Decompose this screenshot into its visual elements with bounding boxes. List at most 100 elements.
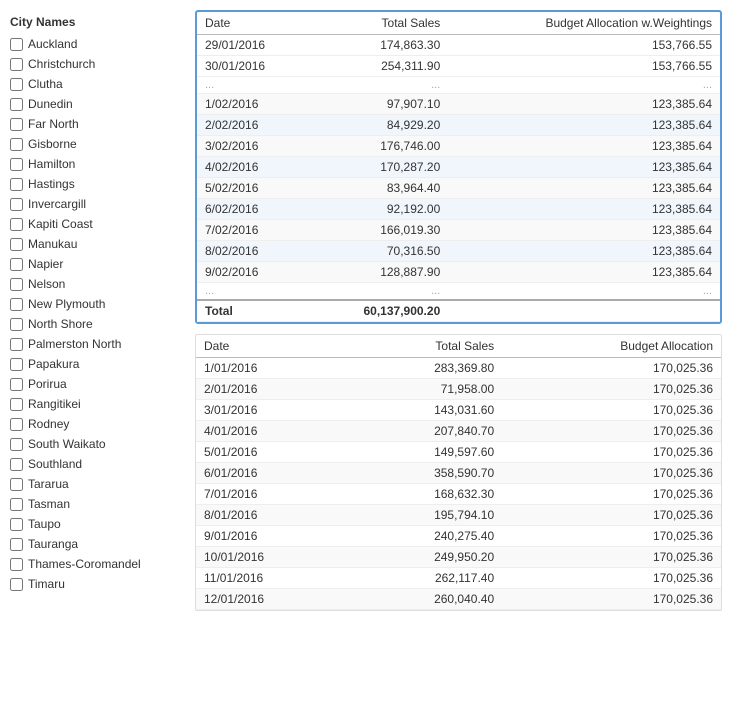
cell-budget: 123,385.64 — [448, 136, 720, 157]
city-item: Nelson — [10, 275, 185, 293]
table-row: 6/02/201692,192.00123,385.64 — [197, 199, 720, 220]
city-item: Rangitikei — [10, 395, 185, 413]
city-label: Manukau — [28, 235, 77, 253]
city-checkbox-timaru[interactable] — [10, 578, 23, 591]
cell-sales: 174,863.30 — [310, 35, 448, 56]
city-item: Southland — [10, 455, 185, 473]
city-checkbox-hamilton[interactable] — [10, 158, 23, 171]
city-checkbox-south-waikato[interactable] — [10, 438, 23, 451]
cell-date: 5/02/2016 — [197, 178, 310, 199]
city-checkbox-north-shore[interactable] — [10, 318, 23, 331]
city-label: New Plymouth — [28, 295, 105, 313]
city-checkbox-porirua[interactable] — [10, 378, 23, 391]
cell-date: 5/01/2016 — [196, 442, 349, 463]
city-checkbox-new-plymouth[interactable] — [10, 298, 23, 311]
cell-date: 4/02/2016 — [197, 157, 310, 178]
ellipsis-row: ......... — [197, 77, 720, 94]
total-sales: 60,137,900.20 — [310, 300, 448, 322]
table2-header-row: Date Total Sales Budget Allocation — [196, 335, 721, 358]
city-label: Napier — [28, 255, 63, 273]
city-checkbox-invercargill[interactable] — [10, 198, 23, 211]
city-checkbox-palmerston-north[interactable] — [10, 338, 23, 351]
city-checkbox-dunedin[interactable] — [10, 98, 23, 111]
city-label: Auckland — [28, 35, 77, 53]
city-label: Porirua — [28, 375, 67, 393]
cell-date: 9/01/2016 — [196, 526, 349, 547]
city-label: South Waikato — [28, 435, 106, 453]
table-row: 6/01/2016358,590.70170,025.36 — [196, 463, 721, 484]
cell-budget: 170,025.36 — [502, 421, 721, 442]
city-label: Hamilton — [28, 155, 75, 173]
cell-date: 12/01/2016 — [196, 589, 349, 610]
cell-date: 9/02/2016 — [197, 262, 310, 283]
city-label: Hastings — [28, 175, 75, 193]
city-item: Tauranga — [10, 535, 185, 553]
table-row: 2/01/201671,958.00170,025.36 — [196, 379, 721, 400]
city-checkbox-tasman[interactable] — [10, 498, 23, 511]
cell-budget: 123,385.64 — [448, 94, 720, 115]
cell-sales: 71,958.00 — [349, 379, 502, 400]
main-container: City Names AucklandChristchurchCluthaDun… — [0, 0, 732, 707]
cell-sales: 128,887.90 — [310, 262, 448, 283]
city-checkbox-rangitikei[interactable] — [10, 398, 23, 411]
city-checkbox-papakura[interactable] — [10, 358, 23, 371]
table-row: 7/01/2016168,632.30170,025.36 — [196, 484, 721, 505]
content-area: Date Total Sales Budget Allocation w.Wei… — [195, 10, 722, 697]
city-item: Invercargill — [10, 195, 185, 213]
table-row: 5/02/201683,964.40123,385.64 — [197, 178, 720, 199]
city-checkbox-taupo[interactable] — [10, 518, 23, 531]
city-item: Tasman — [10, 495, 185, 513]
city-checkbox-thames-coromandel[interactable] — [10, 558, 23, 571]
city-label: Kapiti Coast — [28, 215, 93, 233]
city-checkbox-manukau[interactable] — [10, 238, 23, 251]
city-label: Rodney — [28, 415, 69, 433]
cell-sales: 254,311.90 — [310, 56, 448, 77]
table-row: 1/01/2016283,369.80170,025.36 — [196, 358, 721, 379]
city-checkbox-gisborne[interactable] — [10, 138, 23, 151]
cell-budget: 170,025.36 — [502, 484, 721, 505]
city-label: Tauranga — [28, 535, 78, 553]
city-checkbox-far-north[interactable] — [10, 118, 23, 131]
city-checkbox-southland[interactable] — [10, 458, 23, 471]
city-checkbox-rodney[interactable] — [10, 418, 23, 431]
city-checkbox-christchurch[interactable] — [10, 58, 23, 71]
city-label: Far North — [28, 115, 79, 133]
cell-date: 3/02/2016 — [197, 136, 310, 157]
city-checkbox-kapiti-coast[interactable] — [10, 218, 23, 231]
city-item: Porirua — [10, 375, 185, 393]
city-checkbox-hastings[interactable] — [10, 178, 23, 191]
cell-sales: 92,192.00 — [310, 199, 448, 220]
city-item: Taupo — [10, 515, 185, 533]
city-item: Kapiti Coast — [10, 215, 185, 233]
city-checkbox-napier[interactable] — [10, 258, 23, 271]
city-item: Palmerston North — [10, 335, 185, 353]
cell-date: 6/01/2016 — [196, 463, 349, 484]
city-checkbox-nelson[interactable] — [10, 278, 23, 291]
cell-budget: 170,025.36 — [502, 379, 721, 400]
city-checkbox-tararua[interactable] — [10, 478, 23, 491]
cell-date: 11/01/2016 — [196, 568, 349, 589]
table1-col-date: Date — [197, 12, 310, 35]
cell-budget: 170,025.36 — [502, 463, 721, 484]
cell-date: 8/02/2016 — [197, 241, 310, 262]
table-row: 9/01/2016240,275.40170,025.36 — [196, 526, 721, 547]
city-checkbox-auckland[interactable] — [10, 38, 23, 51]
city-item: North Shore — [10, 315, 185, 333]
city-label: Nelson — [28, 275, 65, 293]
cell-budget: 123,385.64 — [448, 262, 720, 283]
cell-date: 2/02/2016 — [197, 115, 310, 136]
city-checkbox-clutha[interactable] — [10, 78, 23, 91]
city-label: Tasman — [28, 495, 70, 513]
city-label: Rangitikei — [28, 395, 81, 413]
city-label: Tararua — [28, 475, 69, 493]
city-item: Clutha — [10, 75, 185, 93]
total-row: Total60,137,900.20 — [197, 300, 720, 322]
cell-date: 8/01/2016 — [196, 505, 349, 526]
cell-sales: 70,316.50 — [310, 241, 448, 262]
cell-sales: 84,929.20 — [310, 115, 448, 136]
city-checkbox-tauranga[interactable] — [10, 538, 23, 551]
city-item: Gisborne — [10, 135, 185, 153]
cell-sales: 168,632.30 — [349, 484, 502, 505]
cell-date: 10/01/2016 — [196, 547, 349, 568]
city-item: South Waikato — [10, 435, 185, 453]
